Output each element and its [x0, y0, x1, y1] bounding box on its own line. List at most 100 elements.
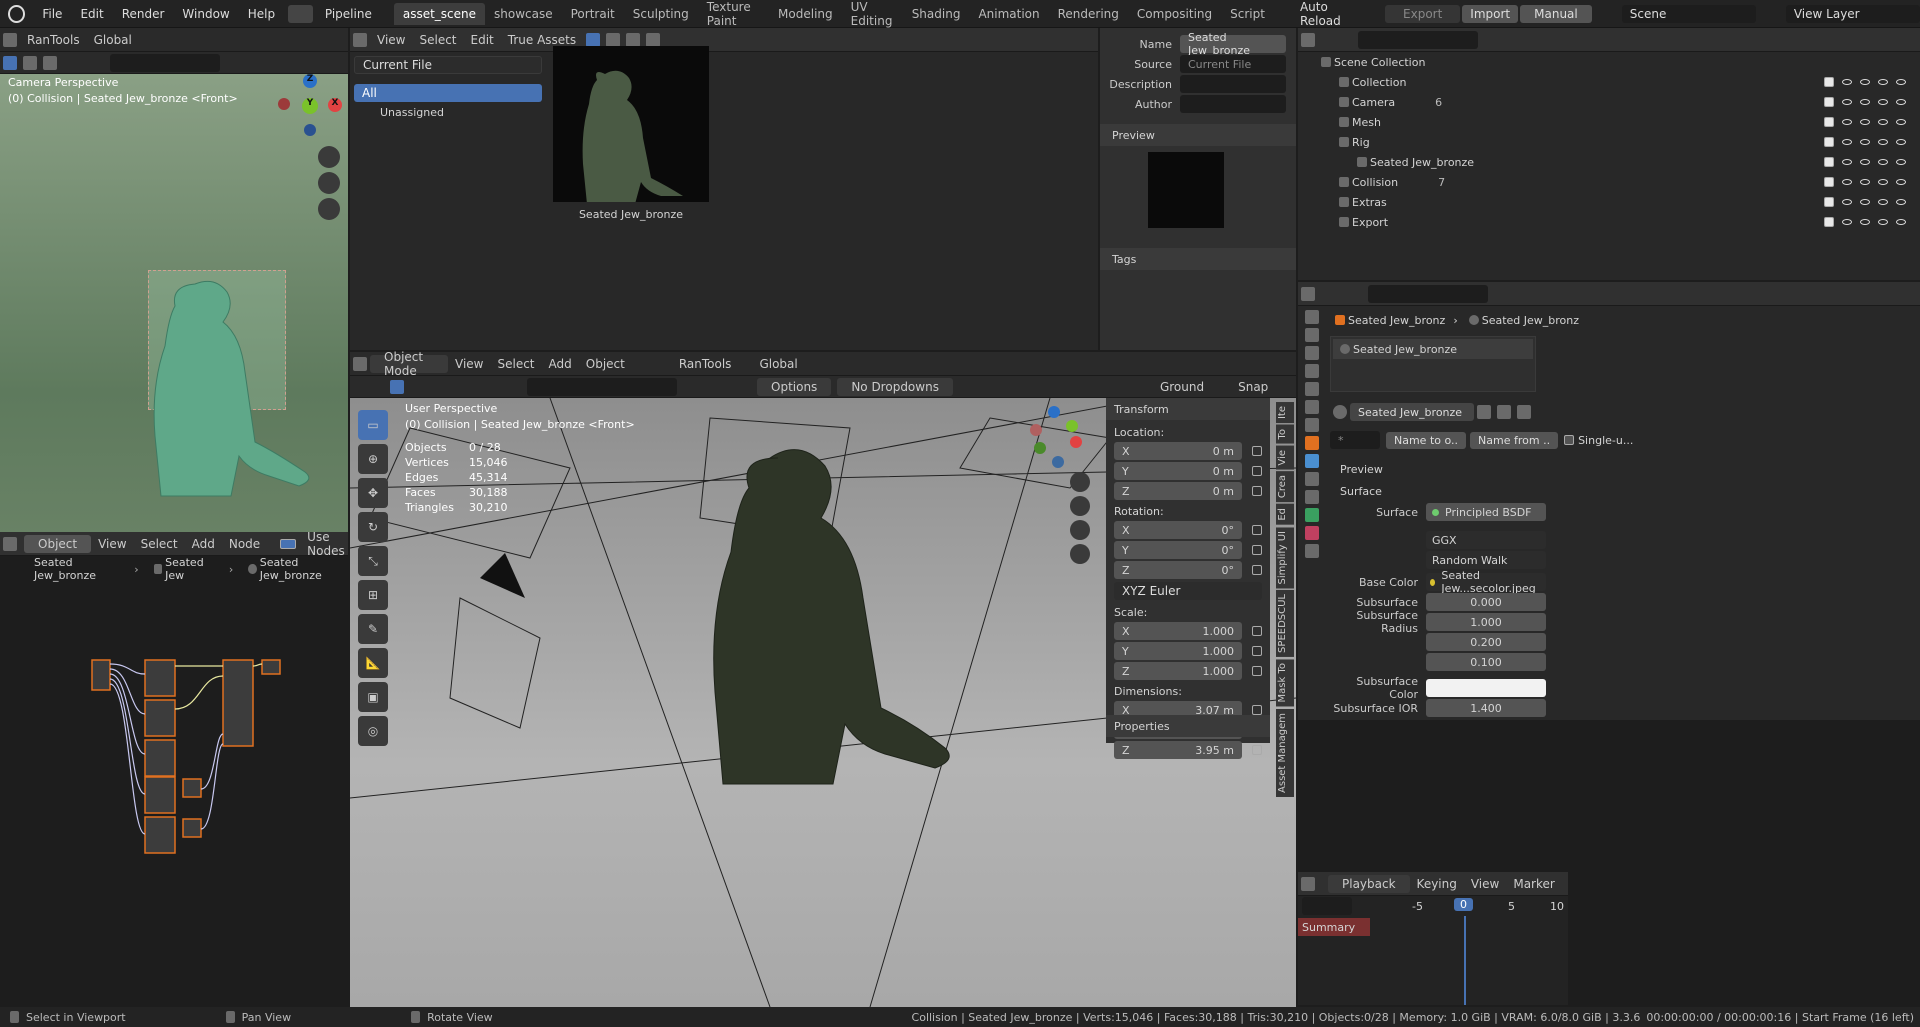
node-box[interactable]	[261, 659, 281, 675]
fake-user-icon[interactable]	[1477, 405, 1491, 419]
tab-asset-scene[interactable]: asset_scene	[393, 2, 486, 25]
material-tab-icon[interactable]	[1305, 526, 1319, 540]
import-button[interactable]: Import	[1462, 4, 1519, 23]
node-box[interactable]	[182, 778, 202, 798]
node-box[interactable]	[144, 776, 176, 814]
snap-button[interactable]: Snap	[1231, 380, 1275, 394]
gizmo-z-axis-icon[interactable]: Z	[303, 74, 317, 88]
select-toggle-icon[interactable]	[1860, 199, 1870, 205]
asset-description-field[interactable]	[1180, 75, 1286, 93]
tab-modeling[interactable]: Modeling	[769, 3, 842, 25]
sidebar-tab[interactable]: To	[1276, 425, 1294, 444]
measure-tool-icon[interactable]: 📐	[358, 648, 388, 678]
transform-tool-icon[interactable]: ⊞	[358, 580, 388, 610]
navigation-gizmo[interactable]: Z Y X	[278, 74, 342, 138]
asset-author-field[interactable]	[1180, 95, 1286, 113]
material-name-field[interactable]: Seated Jew_bronze	[1350, 403, 1474, 421]
vp-menu-add[interactable]: Add	[542, 357, 579, 371]
mode-dropdown[interactable]: Object Mode	[370, 350, 448, 378]
lock-icon[interactable]	[1252, 565, 1262, 575]
vp-orientation-dropdown[interactable]: Global	[752, 357, 804, 371]
node-box[interactable]	[144, 816, 176, 854]
data-tab-icon[interactable]	[1305, 508, 1319, 522]
sidebar-tab[interactable]: Simplify UI	[1276, 526, 1294, 589]
gizmo-neg-x-icon[interactable]	[278, 98, 290, 110]
name-from-button[interactable]: Name from ..	[1470, 431, 1559, 449]
gizmo-neg-y-icon[interactable]	[1030, 424, 1042, 436]
mode-icon[interactable]	[43, 55, 57, 70]
viewport-toggle-icon[interactable]	[1878, 179, 1888, 185]
menu-window[interactable]: Window	[173, 7, 238, 21]
single-user-checkbox[interactable]	[1564, 435, 1575, 445]
node-box[interactable]	[91, 659, 111, 691]
select-box-icon[interactable]	[3, 55, 17, 70]
tab-animation[interactable]: Animation	[969, 3, 1048, 25]
duplicate-material-icon[interactable]	[1497, 405, 1511, 419]
scale-tool-icon[interactable]: ⤡	[358, 546, 388, 576]
lock-icon[interactable]	[1252, 525, 1262, 535]
blender-logo-icon[interactable]	[8, 4, 26, 23]
keying-dropdown[interactable]: Keying	[1410, 877, 1464, 891]
timeline-ruler[interactable]: -5 0 5 10	[1298, 896, 1568, 916]
subsurface-color-swatch[interactable]	[1426, 679, 1546, 697]
subsurface-ior-field[interactable]: 1.400	[1426, 699, 1546, 717]
vp-pan-icon[interactable]	[1070, 496, 1090, 516]
viewport-toggle-icon[interactable]	[1878, 119, 1888, 125]
object-shader-dropdown[interactable]: Object	[24, 534, 92, 553]
mode-icon[interactable]	[23, 55, 37, 70]
visibility-eye-icon[interactable]	[1842, 119, 1852, 125]
editor-type-icon[interactable]	[3, 32, 17, 47]
tab-compositing[interactable]: Compositing	[1128, 3, 1221, 25]
viewport-toggle-icon[interactable]	[1878, 139, 1888, 145]
annotate-tool-icon[interactable]: ✎	[358, 614, 388, 644]
name-to-object-button[interactable]: Name to o..	[1386, 431, 1467, 449]
vp-menu-object[interactable]: Object	[579, 357, 632, 371]
editor-type-icon[interactable]	[1301, 876, 1315, 891]
object-tab-icon[interactable]	[1305, 436, 1319, 450]
node-graph[interactable]	[0, 584, 348, 1004]
scale-field[interactable]: Z 1.000	[1114, 662, 1242, 680]
subsurface-field[interactable]: 0.000	[1426, 593, 1546, 611]
gizmo-z-icon[interactable]	[1048, 406, 1060, 418]
tab-sculpting[interactable]: Sculpting	[624, 3, 698, 25]
asset-menu-edit[interactable]: Edit	[464, 33, 501, 47]
render-toggle-icon[interactable]	[1896, 159, 1906, 165]
lock-icon[interactable]	[1252, 666, 1262, 676]
sidebar-tab[interactable]: Ed	[1276, 504, 1294, 525]
exclude-checkbox[interactable]	[1824, 77, 1834, 87]
asset-menu-select[interactable]: Select	[412, 33, 463, 47]
dimensions-field[interactable]: Z 3.95 m	[1114, 741, 1242, 759]
sidebar-tab[interactable]: Mask To	[1276, 659, 1294, 707]
gizmo-neg-z-icon[interactable]	[304, 124, 316, 136]
node-menu-select[interactable]: Select	[134, 537, 185, 551]
tags-section-header[interactable]: Tags	[1100, 248, 1296, 270]
editor-type-icon[interactable]	[353, 356, 367, 371]
subsurface-radius-y[interactable]: 0.200	[1426, 633, 1546, 651]
catalog-all[interactable]: All	[354, 84, 542, 102]
exclude-checkbox[interactable]	[1824, 217, 1834, 227]
timeline-menu-marker[interactable]: Marker	[1506, 877, 1561, 891]
base-color-field[interactable]: Seated Jew...secolor.jpeg	[1426, 569, 1546, 595]
viewport-toggle-icon[interactable]	[1878, 159, 1888, 165]
rotation-mode-dropdown[interactable]: XYZ Euler	[1114, 582, 1262, 600]
manual-button[interactable]: Manual	[1520, 4, 1592, 23]
add-cube-tool-icon[interactable]: ▣	[358, 682, 388, 712]
outliner-row[interactable]: Mesh	[1298, 112, 1920, 132]
outliner-row[interactable]: Collision 7	[1298, 172, 1920, 192]
outliner-row[interactable]: Collection	[1298, 72, 1920, 92]
tab-rendering[interactable]: Rendering	[1049, 3, 1128, 25]
select-toggle-icon[interactable]	[1860, 119, 1870, 125]
current-frame-indicator[interactable]: 0	[1454, 898, 1473, 911]
transform-panel-header[interactable]: Transform	[1106, 398, 1270, 420]
no-dropdowns-dropdown[interactable]: No Dropdowns	[837, 377, 953, 396]
vp-menu-select[interactable]: Select	[490, 357, 541, 371]
node-box[interactable]	[144, 699, 176, 737]
gizmo-y-axis-icon[interactable]: Y	[302, 98, 318, 114]
exclude-checkbox[interactable]	[1824, 197, 1834, 207]
render-toggle-icon[interactable]	[1896, 119, 1906, 125]
vp-camera-icon[interactable]	[1070, 520, 1090, 540]
sidebar-tab[interactable]: Ite	[1276, 402, 1294, 424]
node-box[interactable]	[222, 659, 254, 747]
asset-name-field[interactable]: Seated Jew_bronze	[1180, 31, 1286, 57]
collection-tab-icon[interactable]	[1305, 418, 1319, 432]
